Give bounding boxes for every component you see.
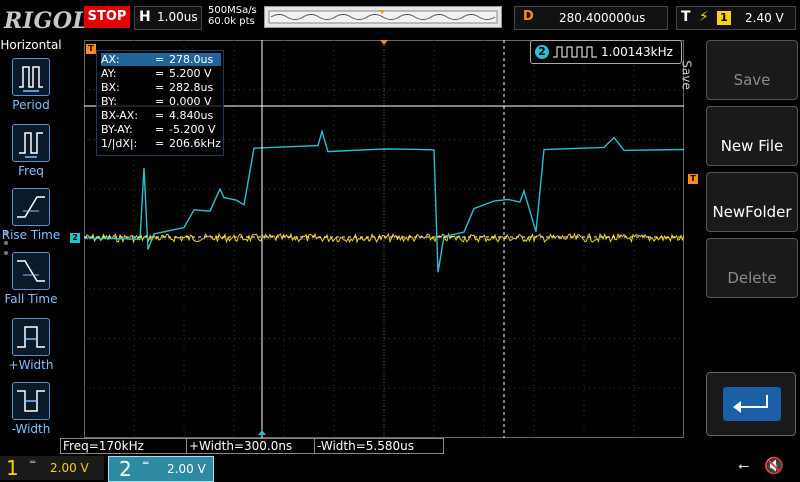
cursor-row: AY: = 5.200 V [101,67,212,80]
speaker-muted-icon[interactable]: 🔇 [764,456,784,475]
fall-time-label: Fall Time [4,292,58,306]
horizontal-key: H [139,9,151,25]
fall-time-icon [12,252,50,290]
delay-value: 280.400000us [559,11,646,25]
period-icon [12,58,50,96]
freq-counter-value: 1.00143kHz [601,45,673,59]
cursor-row: 1/|dX|: = 206.6kHz [101,137,221,150]
menu-item-pos-width[interactable]: +Width [0,318,62,382]
trigger-level: 2.40 V [745,11,784,25]
menu-item-neg-width[interactable]: -Width [0,382,62,446]
usb-icon: ⭠ [738,458,750,474]
cursor-row: AX: = 278.0us [101,53,221,66]
ch2-ground-marker[interactable]: 2 [70,233,80,243]
delay-key: D [523,9,534,24]
cursor-row: BX: = 282.8us [101,81,214,94]
frequency-counter[interactable]: 2 1.00143kHz [530,40,682,64]
pos-width-label: +Width [8,358,54,372]
sampling-info: 500MSa/s 60.0k pts [208,5,257,27]
channel-1-settings[interactable]: 1 ═ 2.00 V [0,456,104,480]
cursor-row: BY-AY: = -5.200 V [101,123,216,136]
menu-item-freq[interactable]: Freq [0,124,62,188]
menu-item-period[interactable]: Period [0,58,62,122]
menu-item-rise-time[interactable]: Rise Time [0,188,62,252]
trigger-source: 1 [717,11,731,25]
ch1-number: 1 [6,456,19,480]
waveform-overview [268,10,498,24]
freq-icon [12,124,50,162]
channel-2-settings[interactable]: 2 ═ 2.00 V [108,456,214,482]
measure-neg-width: -Width=5.580us [314,438,444,454]
new-file-button[interactable]: New File [706,106,798,166]
save-menu-tab: Save [679,60,694,90]
rise-time-label: Rise Time [1,228,61,242]
freq-channel-badge: 2 [535,45,549,59]
left-menu-title: Horizontal [0,38,62,52]
dc-coupling-icon: ═ [143,459,149,469]
cursor-measurement-panel: AX: = 278.0us AY: = 5.200 V BX: = 282.8us BY: =… [96,50,224,156]
square-wave-icon [553,46,597,58]
trigger-key: T [681,9,691,25]
run-stop-status[interactable]: STOP [84,6,130,28]
sample-rate: 500MSa/s [208,5,257,16]
cursor-a-marker [258,430,266,435]
brand-logo: RIGOL [4,8,89,34]
top-status-bar: RIGOL STOP H 1.00us 500MSa/s 60.0k pts D… [0,0,800,36]
return-arrow-icon [723,387,781,421]
menu-item-fall-time[interactable]: Fall Time [0,252,62,316]
memory-depth: 60.0k pts [208,16,255,27]
pos-width-icon [12,318,50,356]
delete-button[interactable]: Delete [706,238,798,298]
ch1-scale: 2.00 V [50,461,89,475]
cursor-row: BX-AX: = 4.840us [101,109,214,122]
delay-display[interactable]: D 280.400000us [514,6,668,30]
ch2-number: 2 [119,457,132,481]
trigger-position-marker [380,40,388,45]
neg-width-icon [12,382,50,420]
trigger-display[interactable]: T ⚡ 1 2.40 V [676,6,796,30]
measure-freq: Freq=170kHz [60,438,188,454]
rising-edge-icon: ⚡ [699,9,709,25]
save-button[interactable]: Save [706,40,798,100]
ch1-offset-marker: T [86,44,96,54]
ch2-scale: 2.00 V [167,462,206,476]
period-label: Period [12,98,50,112]
freq-label: Freq [18,164,44,178]
measure-pos-width: +Width=300.0ns [186,438,316,454]
dc-coupling-icon: ═ [30,458,36,468]
memory-overview-bar[interactable] [264,6,502,28]
cursor-row: BY: = 0.000 V [101,95,212,108]
neg-width-label: -Width [11,422,51,436]
horizontal-timebase[interactable]: H 1.00us [134,6,202,30]
timebase-value: 1.00us [157,10,198,24]
return-button[interactable] [706,372,796,436]
left-menu: Horizontal Period Freq Rise Time Fall Ti… [0,36,62,456]
new-folder-button[interactable]: NewFolder [706,172,798,232]
rise-time-icon [12,188,50,226]
